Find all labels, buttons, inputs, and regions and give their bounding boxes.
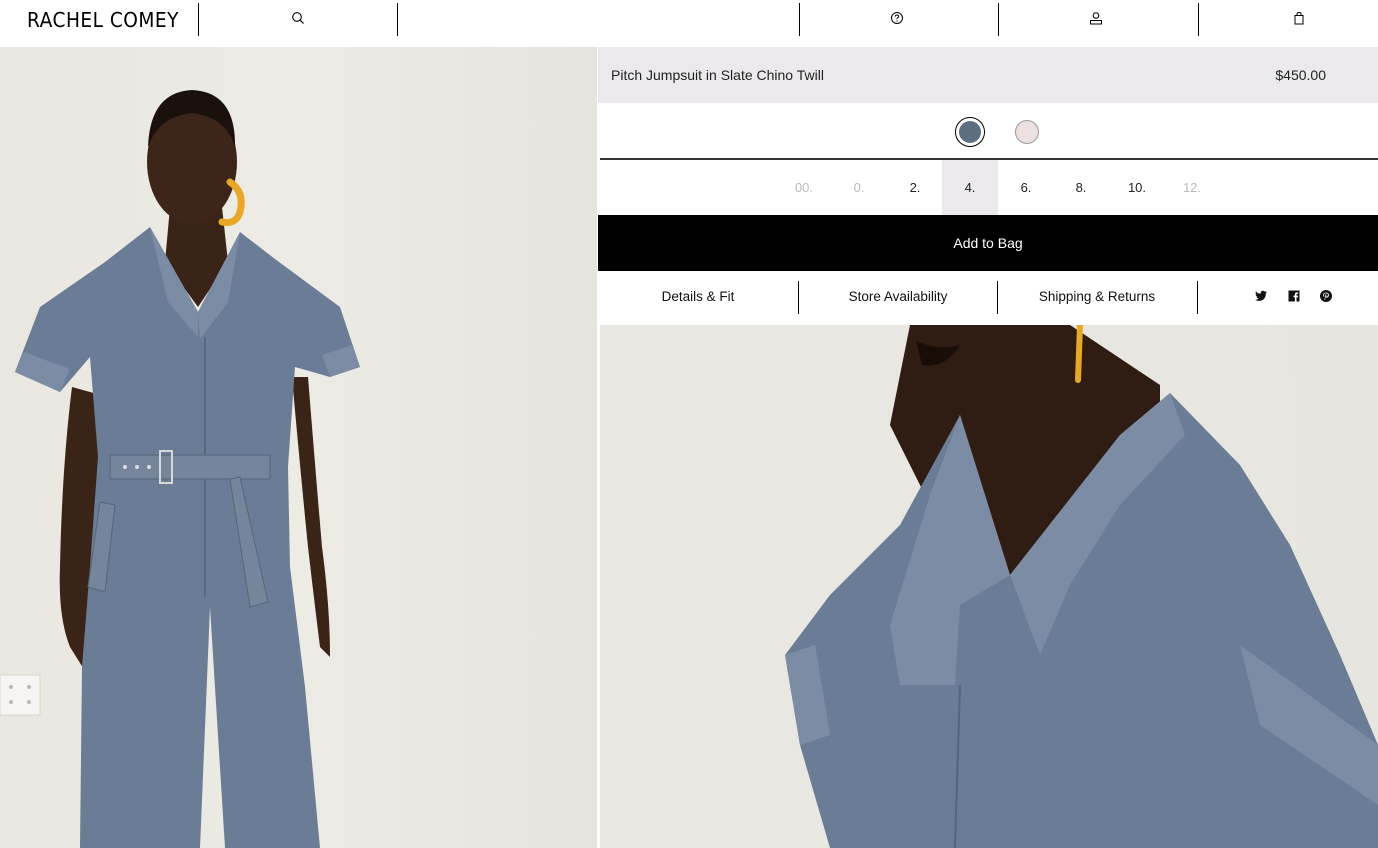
product-name: Pitch Jumpsuit in Slate Chino Twill — [611, 67, 824, 83]
tab-divider — [1197, 281, 1198, 314]
size-option[interactable]: 0. — [831, 160, 887, 215]
product-image-detail[interactable] — [600, 325, 1378, 848]
header-divider — [799, 3, 800, 36]
size-option[interactable]: 8. — [1053, 160, 1109, 215]
help-icon[interactable] — [888, 9, 906, 27]
facebook-icon[interactable] — [1287, 289, 1303, 305]
pinterest-icon[interactable] — [1319, 289, 1335, 305]
size-option[interactable]: 12. — [1164, 160, 1220, 215]
site-header: RACHEL COMEY — [0, 0, 1378, 47]
size-option[interactable]: 6. — [998, 160, 1054, 215]
product-title-bar: Pitch Jumpsuit in Slate Chino Twill $450… — [598, 47, 1378, 103]
color-swatches — [598, 103, 1378, 158]
info-tabs: Details & Fit Store Availability Shippin… — [598, 271, 1378, 325]
size-selector: 00. 0. 2. 4. 6. 8. 10. 12. — [598, 160, 1378, 215]
header-divider — [998, 3, 999, 36]
color-swatch-slate[interactable] — [955, 117, 985, 147]
product-price: $450.00 — [1275, 67, 1326, 83]
search-icon[interactable] — [289, 9, 307, 27]
tab-store-availability[interactable]: Store Availability — [798, 271, 998, 325]
size-option[interactable]: 10. — [1109, 160, 1165, 215]
product-image-front[interactable] — [0, 47, 597, 848]
size-option[interactable]: 00. — [776, 160, 832, 215]
add-to-bag-button[interactable]: Add to Bag — [598, 215, 1378, 271]
size-option[interactable]: 2. — [887, 160, 943, 215]
bag-icon[interactable] — [1290, 9, 1308, 27]
header-divider — [1198, 3, 1199, 36]
tab-shipping-returns[interactable]: Shipping & Returns — [997, 271, 1197, 325]
color-swatch-blush[interactable] — [1012, 117, 1042, 147]
size-option-selected[interactable]: 4. — [942, 160, 998, 215]
account-icon[interactable] — [1087, 9, 1105, 27]
header-divider — [397, 3, 398, 36]
tab-details-fit[interactable]: Details & Fit — [598, 271, 798, 325]
twitter-icon[interactable] — [1254, 289, 1270, 305]
brand-logo[interactable]: RACHEL COMEY — [27, 8, 179, 32]
header-divider — [198, 3, 199, 36]
